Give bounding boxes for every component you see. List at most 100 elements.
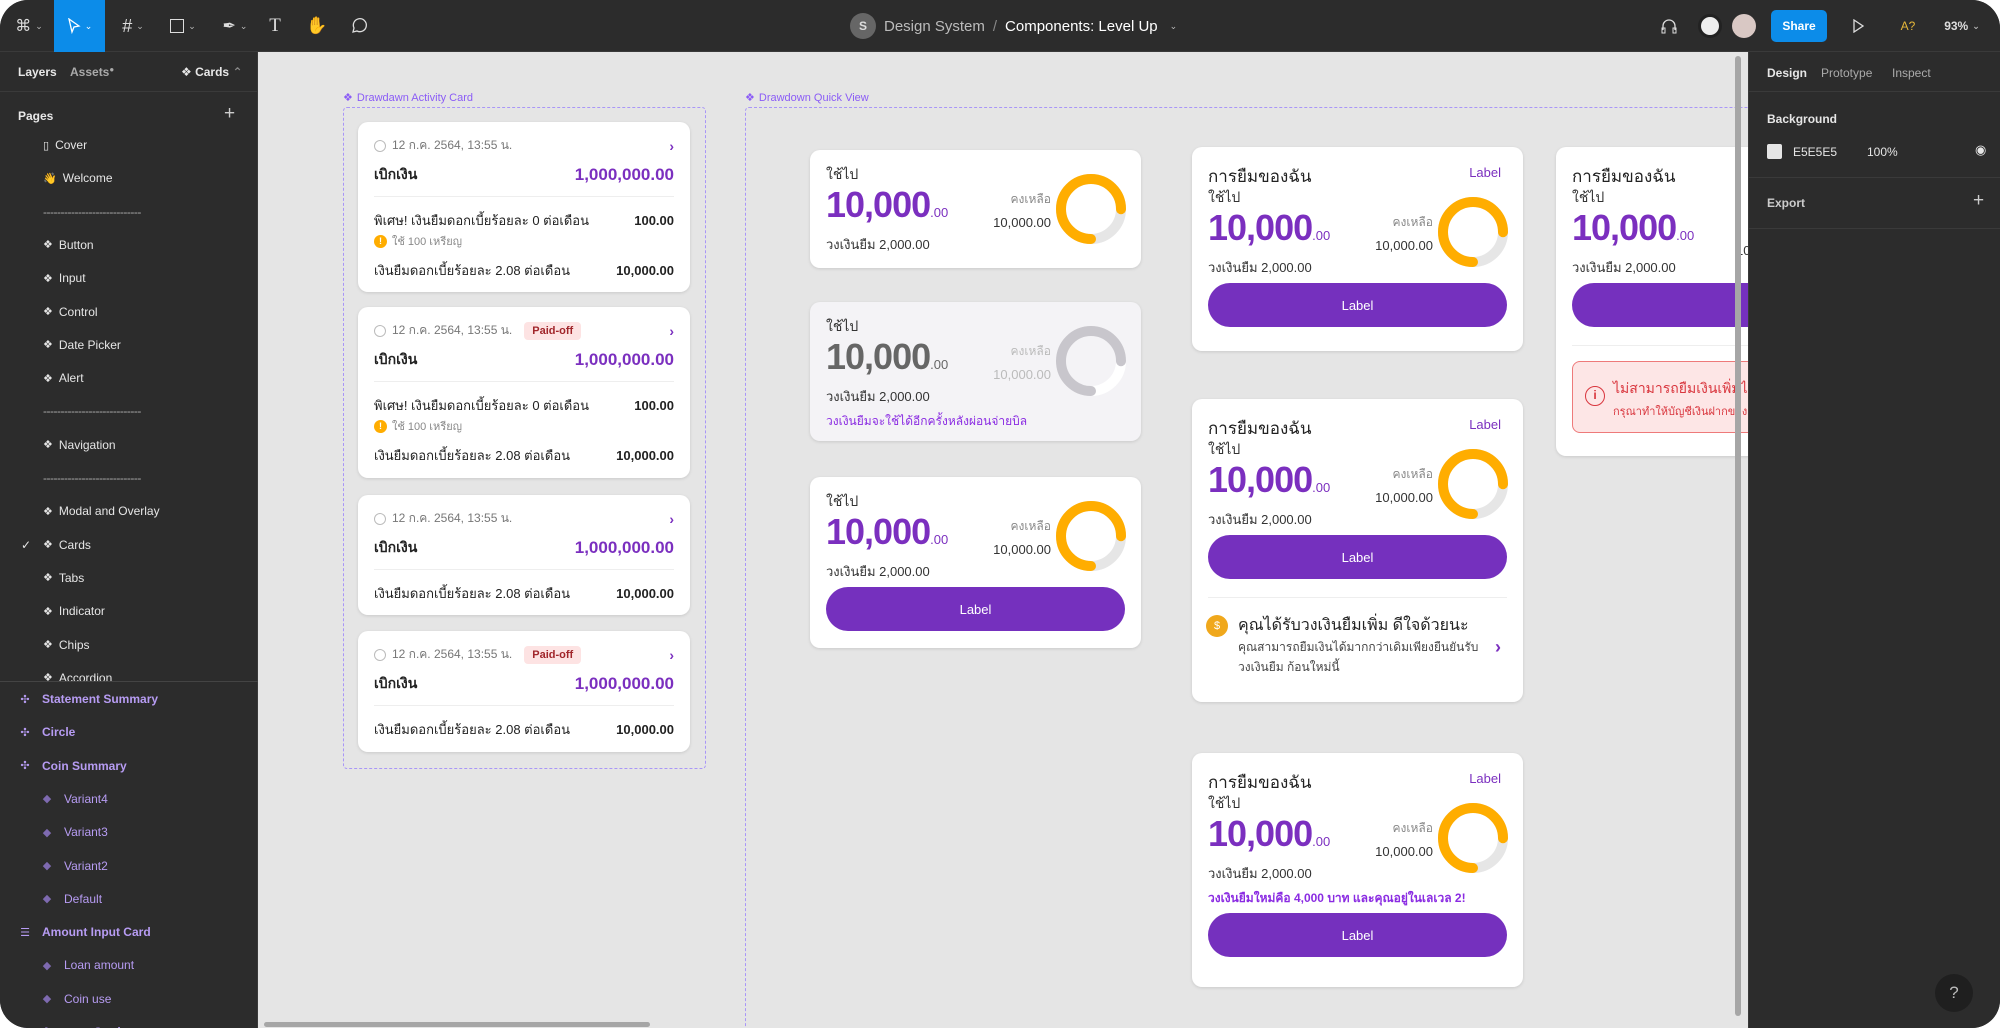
shape-tool-button[interactable]: ⌄ (160, 0, 206, 52)
zoom-menu[interactable]: 93% ⌄ (1940, 0, 1984, 52)
quick-view-card[interactable]: การยืมของฉัน ใช้ไป 10,000.00 วงเงินยืม 2,… (1556, 147, 1748, 456)
layer-item[interactable]: ◆ Variant3 (40, 825, 108, 839)
tab-design[interactable]: Design (1767, 66, 1807, 80)
primary-button[interactable]: Label (1208, 913, 1507, 957)
page-item[interactable]: ---------------------------- (43, 471, 141, 485)
color-swatch[interactable] (1767, 144, 1782, 159)
help-button[interactable]: ? (1935, 974, 1973, 1012)
tab-inspect[interactable]: Inspect (1892, 66, 1931, 80)
user-avatar[interactable] (1696, 0, 1724, 52)
page-item[interactable]: ❖ Tabs (43, 571, 84, 585)
primary-button[interactable]: Label (1208, 535, 1507, 579)
chevron-right-icon[interactable]: › (669, 511, 674, 527)
layer-item[interactable]: ◆ Variant2 (40, 859, 108, 873)
layer-item[interactable]: ☰ Amount Input Card (18, 925, 151, 939)
page-item[interactable]: ❖ Chips (43, 638, 90, 652)
error-alert: i ไม่สามารถยืมเงินเพิ่มได้ กรุณาทำให้บัญ… (1572, 361, 1748, 433)
card-link[interactable]: Label (1469, 165, 1501, 180)
layer-item[interactable]: ✣ Circle (18, 725, 75, 739)
file-name[interactable]: Components: Level Up (1005, 18, 1158, 35)
activity-card[interactable]: 12 ก.ค. 2564, 13:55 น. › เบิกเงิน 1,000,00… (358, 495, 690, 615)
page-item[interactable]: ---------------------------- (43, 205, 141, 219)
quick-view-card[interactable]: ใช้ไป 10,000.00 วงเงินยืม 2,000.00 คงเหลื… (810, 302, 1141, 441)
chevron-right-icon[interactable]: › (669, 138, 674, 154)
page-item[interactable]: ❖ Button (43, 238, 94, 252)
eye-icon[interactable]: ◉ (1975, 142, 1986, 158)
layer-item[interactable]: ◆ Variant4 (40, 792, 108, 806)
activity-card[interactable]: 12 ก.ค. 2564, 13:55 น. Paid-off › เบิกเงิน… (358, 307, 690, 478)
vertical-scrollbar[interactable] (1735, 56, 1741, 1016)
card-link[interactable]: Label (1469, 771, 1501, 786)
primary-button[interactable]: Label (826, 587, 1125, 631)
play-icon (1853, 19, 1864, 33)
layer-item[interactable]: ◆ Loan amount (40, 958, 134, 972)
page-item[interactable]: ❖ Input (43, 271, 86, 285)
interest-rate-text: เงินยืมดอกเบี้ยร้อยละ 2.08 ต่อเดือน (374, 448, 571, 463)
chevron-right-icon[interactable]: › (1495, 637, 1501, 658)
page-item[interactable]: 👋 Welcome (43, 171, 113, 185)
used-label: ใช้ไป (826, 493, 859, 509)
activity-frame-label[interactable]: ❖ Drawdawn Activity Card (343, 91, 473, 105)
horizontal-scrollbar[interactable] (264, 1022, 650, 1027)
figma-logo-icon: ⌘ (15, 18, 32, 35)
user-avatar[interactable] (1730, 0, 1758, 52)
page-item[interactable]: ❖ Navigation (43, 438, 116, 452)
frame-icon: # (122, 15, 133, 36)
remaining-label: คงเหลือ (1010, 519, 1051, 533)
page-item[interactable]: ---------------------------- (43, 404, 141, 418)
pen-tool-button[interactable]: ✒ ⌄ (212, 0, 258, 52)
interest-value: 10,000.00 (616, 448, 674, 463)
missing-fonts-button[interactable]: A? (1896, 0, 1920, 52)
primary-button[interactable]: Label (1572, 283, 1748, 327)
main-menu-button[interactable]: ⌘ ⌄ (8, 0, 50, 52)
page-label: ---------------------------- (43, 404, 141, 419)
add-export-icon[interactable]: + (1973, 190, 1984, 212)
quick-view-card[interactable]: ใช้ไป 10,000.00 วงเงินยืม 2,000.00 คงเหลื… (810, 477, 1141, 648)
chevron-right-icon[interactable]: › (669, 323, 674, 339)
page-item[interactable]: ❖ Alert (43, 371, 84, 385)
quick-view-card[interactable]: การยืมของฉัน Label ใช้ไป 10,000.00 วงเงินย… (1192, 753, 1523, 987)
quick-view-card[interactable]: การยืมของฉัน Label ใช้ไป 10,000.00 วงเงินย… (1192, 147, 1523, 351)
date-row: 12 ก.ค. 2564, 13:55 น. Paid-off (374, 321, 582, 340)
page-icon: ▯ (43, 139, 50, 152)
page-item[interactable]: ▯ Cover (43, 138, 87, 152)
project-name[interactable]: Design System (884, 18, 985, 35)
layer-item[interactable]: ◆ Coin use (40, 992, 112, 1006)
quick-view-card[interactable]: ใช้ไป 10,000.00 วงเงินยืม 2,000.00 คงเหลื… (810, 150, 1141, 268)
layer-item[interactable]: ✣ Statement Summary (18, 692, 158, 706)
layer-item[interactable]: ◆ Default (40, 892, 102, 906)
bg-hex-input[interactable]: E5E5E5 (1793, 145, 1837, 159)
layer-item[interactable]: ✣ Coin Summary (18, 759, 126, 773)
canvas[interactable]: ❖ Drawdawn Activity Card ❖ Drawdown Quick … (258, 52, 1748, 1028)
move-tool-button[interactable]: ⌄ (54, 0, 105, 52)
share-button[interactable]: Share (1771, 10, 1827, 42)
file-title[interactable]: S Design System / Components: Level Up ⌄ (850, 0, 1177, 52)
activity-card[interactable]: 12 ก.ค. 2564, 13:55 น. Paid-off › เบิกเงิน… (358, 631, 690, 752)
credit-limit: วงเงินยืม 2,000.00 (1208, 866, 1312, 881)
frame-tool-button[interactable]: # ⌄ (110, 0, 156, 52)
page-item[interactable]: ❖ Indicator (43, 604, 105, 618)
card-link[interactable]: Label (1469, 417, 1501, 432)
page-item[interactable]: ✓ ❖ Cards (21, 538, 91, 552)
hand-tool-button[interactable]: ✋ (302, 0, 332, 52)
present-button[interactable] (1848, 0, 1868, 52)
comment-tool-button[interactable] (344, 0, 374, 52)
page-item[interactable]: ❖ Modal and Overlay (43, 504, 160, 518)
remaining: คงเหลือ 10,000.00 (993, 342, 1051, 382)
quick-view-card[interactable]: การยืมของฉัน Label ใช้ไป 10,000.00 วงเงินย… (1192, 399, 1523, 702)
breadcrumb-separator: / (992, 17, 998, 35)
error-title: ไม่สามารถยืมเงินเพิ่มได้ (1613, 380, 1748, 396)
tab-prototype[interactable]: Prototype (1821, 66, 1872, 80)
bg-opacity-input[interactable]: 100% (1867, 145, 1898, 159)
activity-card[interactable]: 12 ก.ค. 2564, 13:55 น. › เบิกเงิน 1,000,00… (358, 122, 690, 292)
chevron-down-icon[interactable]: ⌄ (1170, 21, 1178, 32)
chevron-right-icon[interactable]: › (669, 647, 674, 663)
page-item[interactable]: ❖ Control (43, 305, 98, 319)
primary-button[interactable]: Label (1208, 283, 1507, 327)
page-icon: 👋 (43, 172, 57, 185)
text-tool-button[interactable]: T (262, 0, 288, 52)
page-item[interactable]: ❖ Date Picker (43, 338, 121, 352)
audio-button[interactable] (1656, 0, 1682, 52)
quick-view-frame-label[interactable]: ❖ Drawdown Quick View (745, 91, 869, 105)
page-label: Button (58, 237, 94, 252)
